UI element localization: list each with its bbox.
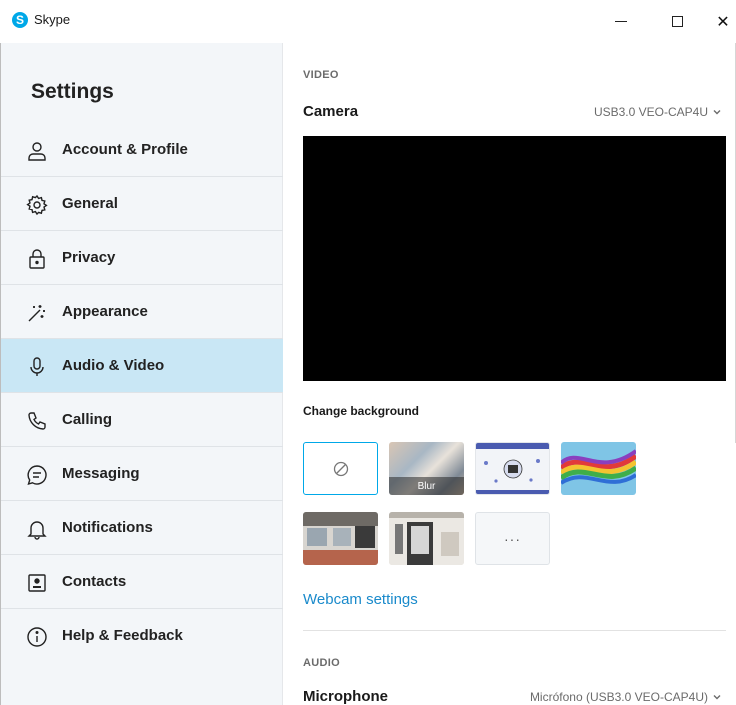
sidebar-item-label: Help & Feedback [62, 627, 183, 644]
change-background-label: Change background [303, 404, 420, 418]
sidebar-item-messaging[interactable]: Messaging [1, 447, 283, 501]
more-backgrounds-button[interactable]: ··· [475, 512, 550, 565]
sidebar-item-account-profile[interactable]: Account & Profile [1, 123, 283, 177]
chevron-down-icon [713, 110, 721, 115]
sidebar-item-label: Audio & Video [62, 357, 165, 374]
audio-video-settings-panel: VIDEO Camera USB3.0 VEO-CAP4U Change bac… [283, 43, 736, 705]
audio-section-label: AUDIO [303, 657, 340, 669]
skype-logo-icon: S [12, 12, 28, 28]
camera-label: Camera [303, 103, 359, 120]
background-blur-option[interactable]: Blur [389, 442, 464, 495]
sidebar-item-appearance[interactable]: Appearance [1, 285, 283, 339]
more-icon: ··· [504, 530, 521, 547]
microphone-icon [30, 357, 44, 376]
camera-preview [303, 136, 726, 381]
bell-icon [27, 521, 47, 540]
webcam-settings-link[interactable]: Webcam settings [303, 591, 418, 608]
colorful-ribbons-image [561, 449, 636, 485]
sidebar-item-contacts[interactable]: Contacts [1, 555, 283, 609]
microphone-value: Micrófono (USB3.0 VEO-CAP4U) [529, 690, 708, 704]
sidebar-item-label: Calling [62, 411, 113, 428]
sidebar-item-label: Notifications [62, 519, 153, 536]
snow-pattern-image [476, 443, 549, 494]
settings-heading: Settings [31, 80, 114, 103]
settings-nav: Account & Profile General Privacy Appear… [1, 123, 283, 663]
lock-icon [29, 249, 45, 269]
chevron-down-icon [713, 695, 721, 700]
sidebar-item-label: Account & Profile [62, 141, 188, 158]
no-background-icon [333, 461, 348, 476]
sidebar-item-help-feedback[interactable]: Help & Feedback [1, 609, 283, 663]
sidebar-item-label: Privacy [62, 249, 116, 266]
gear-icon [26, 194, 48, 216]
blur-label: Blur [417, 481, 436, 492]
microphone-select[interactable]: Micrófono (USB3.0 VEO-CAP4U) [530, 690, 722, 704]
video-section-label: VIDEO [303, 69, 339, 81]
office-room-image [303, 512, 378, 565]
sidebar-item-audio-video[interactable]: Audio & Video [1, 339, 283, 393]
close-icon: ✕ [716, 13, 730, 31]
background-snow-pattern-option[interactable] [475, 442, 550, 495]
sidebar-item-calling[interactable]: Calling [1, 393, 283, 447]
background-colorful-ribbons-option[interactable] [561, 442, 636, 495]
minimize-button[interactable] [598, 0, 644, 43]
sidebar-item-notifications[interactable]: Notifications [1, 501, 283, 555]
background-office-room-option[interactable] [303, 512, 378, 565]
sidebar-item-label: General [62, 195, 118, 212]
sidebar-item-label: Messaging [62, 465, 140, 482]
camera-select[interactable]: USB3.0 VEO-CAP4U [594, 105, 722, 119]
maximize-icon [671, 16, 683, 27]
title-bar: S Skype ✕ [0, 0, 736, 43]
section-divider [303, 630, 726, 631]
phone-icon [28, 412, 46, 430]
magic-wand-icon [28, 305, 45, 322]
user-icon [28, 142, 46, 161]
doorway-room-image [389, 512, 464, 565]
contact-card-icon [28, 574, 46, 592]
minimize-icon [615, 21, 627, 22]
settings-sidebar: Settings Account & Profile General Priva… [0, 43, 283, 705]
sidebar-item-label: Appearance [62, 303, 148, 320]
camera-value: USB3.0 VEO-CAP4U [593, 105, 708, 119]
window-title: Skype [34, 12, 71, 27]
background-none-option[interactable] [303, 442, 378, 495]
info-icon [27, 627, 47, 647]
close-button[interactable]: ✕ [700, 0, 736, 43]
microphone-label: Microphone [303, 688, 388, 705]
sidebar-item-label: Contacts [62, 573, 127, 590]
background-doorway-room-option[interactable] [389, 512, 464, 565]
sidebar-item-general[interactable]: General [1, 177, 283, 231]
maximize-button[interactable] [654, 0, 700, 43]
sidebar-item-privacy[interactable]: Privacy [1, 231, 283, 285]
chat-icon [27, 465, 47, 486]
